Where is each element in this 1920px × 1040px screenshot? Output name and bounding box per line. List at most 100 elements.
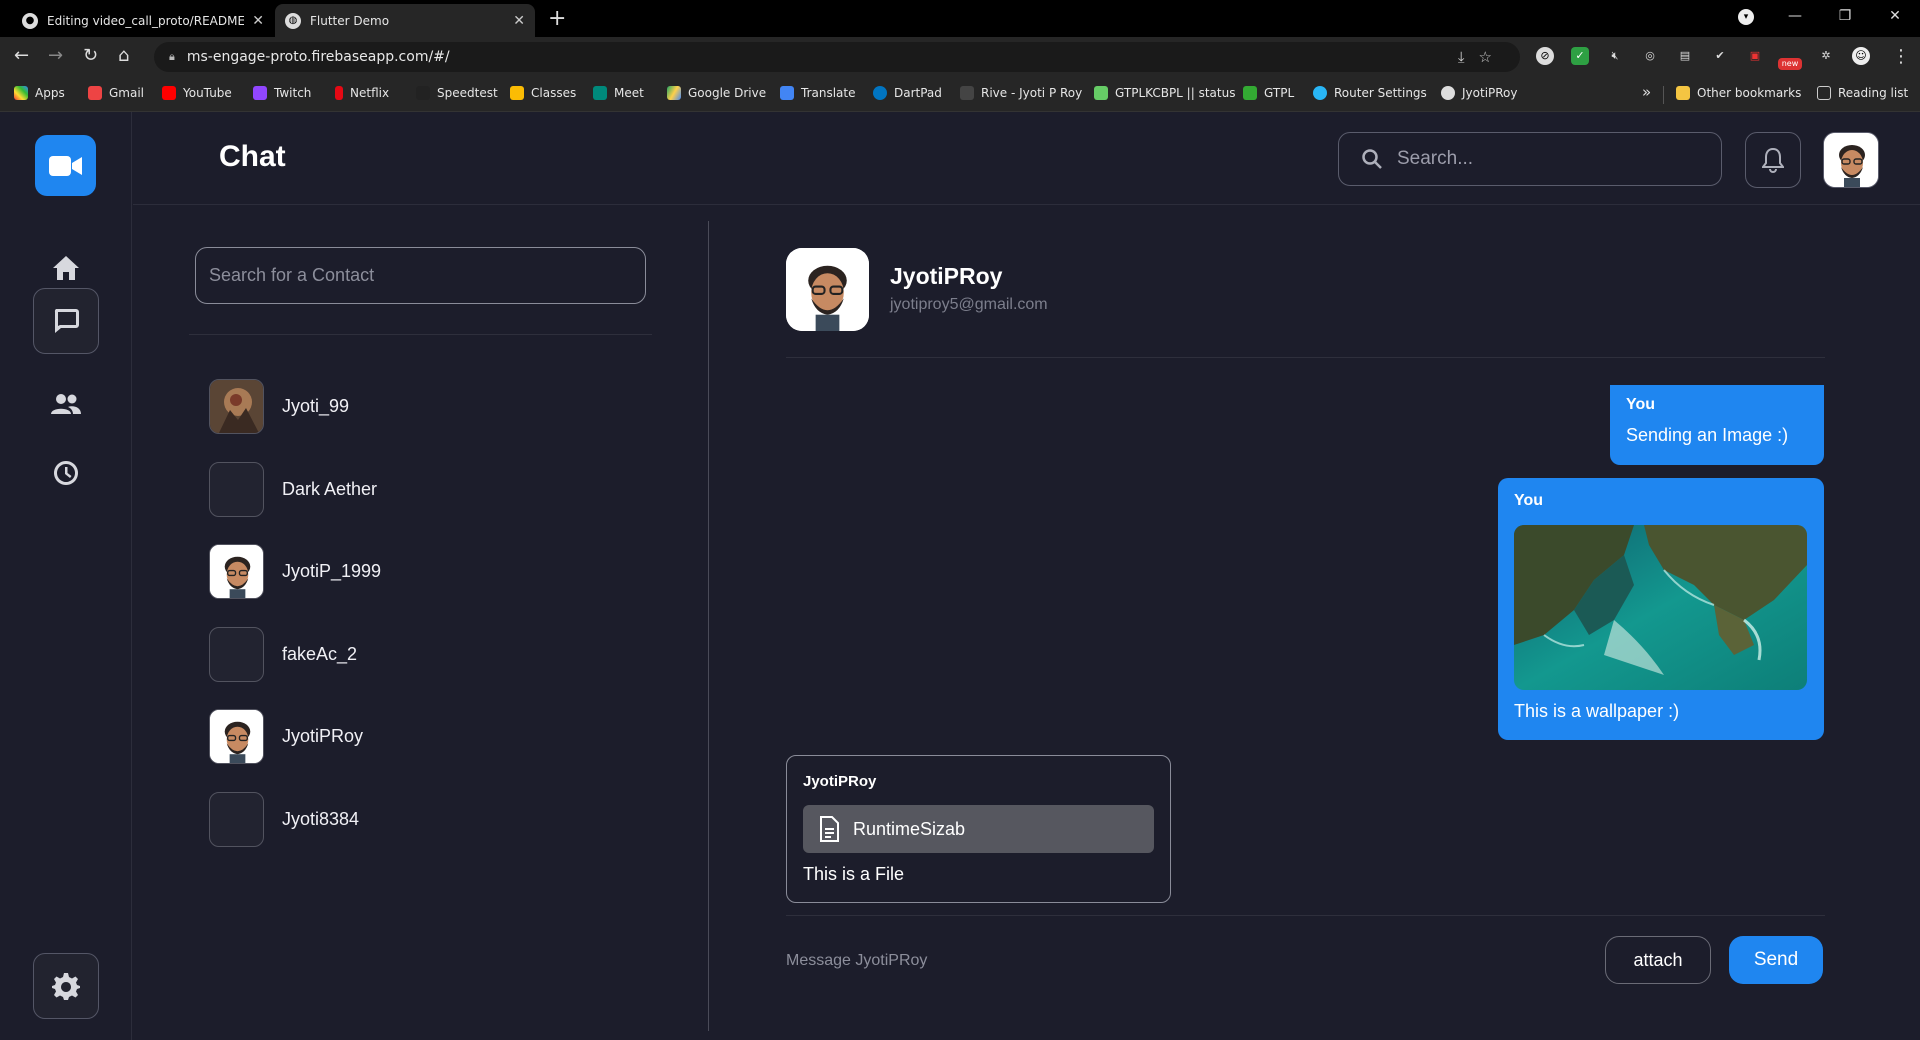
bookmark-apps[interactable]: Apps — [14, 86, 65, 100]
reload-icon[interactable]: ↻ — [83, 45, 98, 66]
bitmoji-avatar-icon — [786, 248, 869, 331]
contact-search-input[interactable]: Search for a Contact — [195, 247, 646, 304]
restore-button[interactable]: ❐ — [1820, 0, 1870, 33]
bookmark-other[interactable]: Other bookmarks — [1676, 86, 1801, 100]
extension-block-icon[interactable]: ⊘ — [1536, 47, 1554, 65]
home-icon[interactable]: ⌂ — [118, 45, 129, 66]
tab-title: Editing video_call_proto/README.m — [47, 13, 245, 28]
bookmark-twitch[interactable]: Twitch — [253, 86, 311, 100]
file-attachment[interactable]: RuntimeSizab — [803, 805, 1154, 853]
browser-tab-readme[interactable]: ● Editing video_call_proto/README.m ✕ — [12, 4, 274, 37]
bookmark-translate[interactable]: Translate — [780, 86, 856, 100]
gtpl-status-icon — [1094, 86, 1108, 100]
contact-item[interactable]: fakeAc_2 — [209, 626, 609, 682]
contact-name: Dark Aether — [282, 478, 378, 499]
youtube-icon — [162, 86, 176, 100]
bookmark-classes[interactable]: Classes — [510, 86, 576, 100]
divider — [786, 357, 1825, 358]
bookmark-gtpl[interactable]: GTPL — [1243, 86, 1294, 100]
router-icon — [1313, 86, 1327, 100]
close-icon[interactable]: ✕ — [252, 13, 264, 29]
browser-tab-flutter-demo[interactable]: ◍ Flutter Demo ✕ — [275, 4, 535, 37]
reading-list-icon — [1817, 86, 1831, 100]
app-logo[interactable] — [35, 135, 96, 196]
minimize-button[interactable]: — — [1770, 0, 1820, 33]
bookmark-meet[interactable]: Meet — [593, 86, 644, 100]
extension-glasses-icon[interactable]: ◎ — [1641, 47, 1659, 65]
forward-icon[interactable]: → — [48, 45, 63, 66]
bell-icon — [1762, 147, 1784, 173]
search-placeholder: Search... — [1397, 148, 1474, 169]
extension-shield-icon[interactable]: ✓ — [1571, 47, 1589, 65]
bookmark-rive[interactable]: Rive - Jyoti P Roy — [960, 86, 1082, 100]
contact-item[interactable]: Dark Aether — [209, 461, 609, 517]
search-icon — [1362, 149, 1382, 169]
bookmark-jyotiproy[interactable]: JyotiPRoy — [1441, 86, 1518, 100]
profile-avatar-icon[interactable]: ☺ — [1852, 47, 1870, 65]
back-icon[interactable]: ← — [14, 45, 29, 66]
gtpl-icon — [1243, 86, 1257, 100]
global-search-input[interactable]: Search... — [1338, 132, 1722, 186]
nav-history[interactable] — [33, 440, 99, 506]
bitmoji-avatar-icon — [210, 709, 263, 763]
attach-button[interactable]: attach — [1605, 936, 1711, 984]
bookmark-netflix[interactable]: Netflix — [335, 86, 389, 100]
nav-settings[interactable] — [33, 953, 99, 1019]
message-image[interactable] — [1514, 525, 1807, 690]
meet-icon — [593, 86, 607, 100]
message-input[interactable]: Message JyotiPRoy — [786, 952, 927, 970]
more-bookmarks-icon[interactable]: » — [1642, 83, 1651, 101]
bookmark-youtube[interactable]: YouTube — [162, 86, 232, 100]
install-icon[interactable]: ⤓ — [1458, 48, 1479, 66]
twitch-icon — [253, 86, 267, 100]
extension-pdf-icon[interactable]: ▣ — [1746, 47, 1764, 65]
contact-item[interactable]: Jyoti8384 — [209, 791, 609, 847]
message-text: Sending an Image :) — [1626, 425, 1789, 445]
bookmarks-bar: Apps Gmail YouTube Twitch Netflix Speedt… — [0, 77, 1920, 112]
bitmoji-avatar-icon — [210, 544, 263, 598]
bookmark-dartpad[interactable]: DartPad — [873, 86, 942, 100]
bookmark-gmail[interactable]: Gmail — [88, 86, 144, 100]
gear-icon — [52, 973, 80, 1000]
chat-bubble-icon — [54, 309, 79, 333]
close-window-button[interactable]: ✕ — [1870, 0, 1920, 33]
message-bubble-outgoing: You This is a wallpaper :) — [1498, 478, 1824, 740]
panel-divider — [708, 221, 709, 1031]
new-tab-button[interactable]: + — [548, 6, 566, 31]
bookmark-router-settings[interactable]: Router Settings — [1313, 86, 1427, 100]
contacts-panel: Search for a Contact Jyoti_99 Dark Aethe… — [133, 205, 709, 1040]
reading-list[interactable]: Reading list — [1817, 86, 1908, 100]
send-button[interactable]: Send — [1729, 936, 1823, 984]
contact-item[interactable]: Jyoti_99 — [209, 378, 609, 434]
mute-icon[interactable]: 🔇︎ — [1606, 47, 1624, 65]
star-icon[interactable]: ☆ — [1479, 48, 1506, 66]
profile-dropdown-icon[interactable]: ▾ — [1738, 9, 1754, 25]
contact-avatar — [209, 378, 264, 434]
lock-icon: 🔒︎ — [169, 50, 175, 63]
people-icon — [51, 394, 81, 414]
nav-chat[interactable] — [33, 288, 99, 354]
notifications-button[interactable] — [1745, 132, 1801, 188]
document-icon — [820, 816, 839, 842]
message-sender: JyotiPRoy — [803, 773, 877, 790]
menu-kebab-icon[interactable]: ⋮ — [1892, 46, 1910, 67]
contact-item[interactable]: JyotiPRoy — [209, 708, 609, 764]
close-icon[interactable]: ✕ — [513, 13, 525, 29]
extension-check-icon[interactable]: ✔ — [1711, 47, 1729, 65]
chat-panel: JyotiPRoy jyotiproy5@gmail.com You Sendi… — [710, 205, 1920, 1040]
contact-item[interactable]: JyotiP_1999 — [209, 543, 609, 599]
extensions-puzzle-icon[interactable]: ✲ — [1817, 47, 1835, 65]
message-bubble-incoming: JyotiPRoy RuntimeSizab This is a File — [786, 755, 1171, 903]
user-avatar[interactable] — [1823, 132, 1879, 188]
contact-name: fakeAc_2 — [282, 643, 358, 664]
chat-contact-email: jyotiproy5@gmail.com — [890, 296, 1048, 313]
bookmark-google-drive[interactable]: Google Drive — [667, 86, 766, 100]
tab-title: Flutter Demo — [310, 13, 390, 28]
contact-avatar — [209, 543, 264, 599]
bookmark-speedtest[interactable]: Speedtest — [416, 86, 498, 100]
bookmark-gtplkcbpl[interactable]: GTPLKCBPL || status — [1094, 86, 1235, 100]
extension-clipboard-icon[interactable]: ▤ — [1676, 47, 1694, 65]
nav-contacts[interactable] — [33, 371, 99, 437]
file-name: RuntimeSizab — [853, 818, 966, 839]
address-bar[interactable]: 🔒︎ ms-engage-proto.firebaseapp.com/#/ ⤓☆ — [154, 42, 1520, 72]
